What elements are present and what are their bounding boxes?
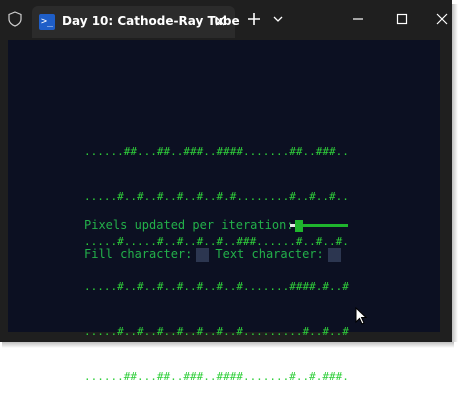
title-bar: >_ Day 10: Cathode-Ray Tube [0,0,452,38]
character-settings-row: Fill character: Text character: [84,247,347,262]
maximize-icon[interactable] [394,11,410,27]
display-line: ......##...##..###..####.......#..#.###. [84,370,349,383]
mouse-cursor-icon [355,307,367,325]
crt-display: ......##...##..###..####.......##..###..… [84,114,349,414]
text-character-label: Text character: [215,247,324,261]
tab-active[interactable]: >_ Day 10: Cathode-Ray Tube [32,6,240,38]
display-line: .....#..#..#..#..#..#..#.......####.#..# [84,280,349,293]
pixels-slider[interactable] [290,220,348,232]
pixels-per-iteration-row: Pixels updated per iteration: [84,218,294,232]
chevron-down-icon[interactable] [272,14,284,24]
text-character-input[interactable] [327,247,341,262]
display-line: .....#..#..#..#..#..#.#........#..#..#.. [84,190,349,203]
close-icon[interactable] [434,11,450,27]
window-shadow [452,4,458,342]
slider-track [296,224,348,227]
close-tab-icon[interactable] [212,13,228,29]
terminal-window: >_ Day 10: Cathode-Ray Tube ......##...#… [0,0,452,383]
display-line: ......##...##..###..####.......##..###.. [84,145,349,158]
terminal-content[interactable]: ......##...##..###..####.......##..###..… [8,40,440,383]
terminal-icon: >_ [39,14,55,30]
pixels-label: Pixels updated per iteration: [84,218,294,232]
slider-thumb[interactable] [295,220,303,232]
fill-character-label: Fill character: [84,247,193,261]
fill-character-input[interactable] [196,247,210,262]
window-shadow [2,342,454,348]
shield-icon [8,11,22,27]
display-line: .....#..#..#..#..#..#..#.........#..#..# [84,325,349,338]
plus-icon[interactable] [246,11,262,27]
minimize-icon[interactable] [350,11,366,27]
